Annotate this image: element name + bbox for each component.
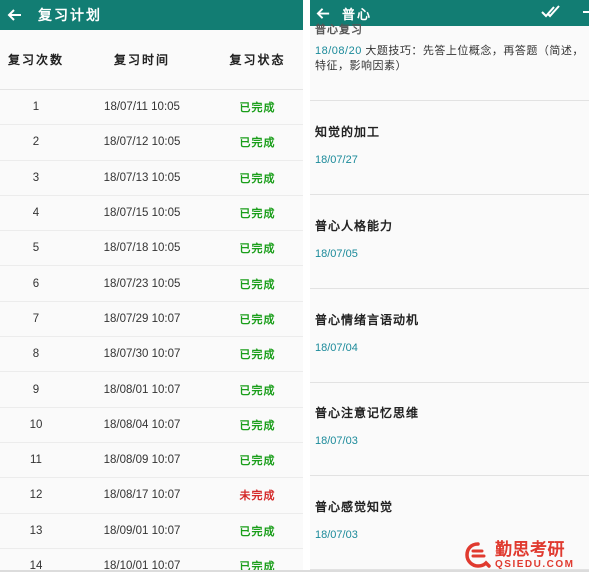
- note-item[interactable]: 普心人格能力 18/07/05: [310, 195, 589, 289]
- table-row: 12 18/08/17 10:07 未完成: [0, 478, 303, 514]
- table-header: 复习次数 复习时间 复习状态: [0, 30, 303, 90]
- review-table: 1 18/07/11 10:05 已完成 2 18/07/12 10:05 已完成 3 18/…: [0, 90, 303, 572]
- review-status: 已完成: [239, 525, 276, 538]
- review-time: 18/08/01 10:07: [103, 383, 181, 396]
- review-status: 已完成: [239, 172, 276, 185]
- review-plan-screen: 复习计划 复习次数 复习时间 复习状态 1 18/07/11 10:05 已完成 2 1…: [0, 0, 303, 572]
- back-arrow-icon: [316, 7, 329, 19]
- review-count: 3: [32, 171, 40, 184]
- double-check-icon: [541, 5, 560, 18]
- table-row: 13 18/09/01 10:07 已完成: [0, 514, 303, 549]
- review-count: 6: [32, 277, 40, 290]
- review-time: 18/09/01 10:07: [103, 524, 181, 537]
- table-row: 5 18/07/18 10:05 已完成: [0, 231, 303, 267]
- review-status: 已完成: [239, 419, 276, 432]
- note-item[interactable]: 普心情绪言语动机 18/07/04: [310, 289, 589, 383]
- review-time: 18/07/29 10:07: [103, 312, 181, 325]
- review-status: 已完成: [239, 243, 276, 256]
- more-icon: [583, 11, 589, 13]
- review-status: 已完成: [239, 278, 276, 291]
- table-row: 6 18/07/23 10:05 已完成: [0, 266, 303, 302]
- watermark-cn: 勤思考研: [495, 539, 565, 559]
- review-status: 已完成: [239, 137, 276, 150]
- review-status: 已完成: [239, 455, 276, 468]
- watermark-logo-icon: [465, 542, 491, 568]
- review-count: 4: [32, 207, 40, 220]
- review-count: 7: [32, 312, 40, 325]
- note-date: 18/07/27: [315, 154, 358, 166]
- note-title: 普心注意记忆思维: [315, 406, 420, 420]
- table-row: 10 18/08/04 10:07 已完成: [0, 408, 303, 443]
- review-time: 18/08/17 10:07: [103, 489, 181, 502]
- note-date: 18/07/03: [315, 435, 358, 447]
- review-time: 18/07/13 10:05: [103, 171, 181, 184]
- note-title: 普心人格能力: [315, 219, 394, 233]
- review-count: 2: [32, 136, 40, 149]
- note-item[interactable]: 普心复习 18/08/20 大题技巧：先答上位概念，再答题（简述，特征，影响因素…: [310, 24, 589, 101]
- note-title: 普心感觉知觉: [315, 500, 394, 514]
- review-time: 18/07/18 10:05: [103, 242, 181, 255]
- table-row: 2 18/07/12 10:05 已完成: [0, 125, 303, 161]
- note-title: 普心复习: [315, 24, 363, 36]
- column-header-time: 复习时间: [113, 53, 170, 67]
- column-header-status: 复习状态: [229, 53, 286, 67]
- notes-screen: 普心 普心复习 18/08/20 大题技巧：先答上位概念，再答题（简述，特征，影…: [310, 0, 589, 572]
- table-row: 11 18/08/09 10:07 已完成: [0, 443, 303, 479]
- table-row: 1 18/07/11 10:05 已完成: [0, 90, 303, 126]
- review-count: 9: [32, 383, 40, 396]
- review-time: 18/08/09 10:07: [103, 454, 181, 467]
- table-row: 9 18/08/01 10:07 已完成: [0, 372, 303, 408]
- note-date: 18/07/04: [315, 342, 358, 354]
- table-row: 3 18/07/13 10:05 已完成: [0, 161, 303, 196]
- review-count: 13: [29, 524, 43, 537]
- review-status: 已完成: [239, 349, 276, 362]
- review-count: 12: [29, 489, 43, 502]
- review-time: 18/07/12 10:05: [103, 136, 181, 149]
- note-title: 普心情绪言语动机: [315, 313, 420, 327]
- app-bar: 复习计划: [0, 0, 303, 30]
- note-item[interactable]: 普心注意记忆思维 18/07/03: [310, 382, 589, 476]
- watermark-en: QSIEDU.COM: [495, 558, 575, 570]
- note-date: 18/08/20: [315, 45, 362, 57]
- review-time: 18/08/04 10:07: [103, 418, 181, 431]
- table-row: 8 18/07/30 10:07 已完成: [0, 337, 303, 373]
- table-row: 4 18/07/15 10:05 已完成: [0, 196, 303, 232]
- review-time: 18/07/30 10:07: [103, 348, 181, 361]
- back-button[interactable]: [0, 0, 30, 30]
- review-status: 未完成: [239, 490, 276, 503]
- review-status: 已完成: [239, 208, 276, 221]
- review-status: 已完成: [239, 384, 276, 397]
- review-count: 8: [32, 348, 40, 361]
- note-body: 18/08/20 大题技巧：先答上位概念，再答题（简述，特征，影响因素）: [315, 44, 589, 74]
- review-count: 11: [30, 454, 42, 467]
- review-time: 18/07/11 10:05: [104, 101, 180, 114]
- watermark: 勤思考研 QSIEDU.COM: [464, 538, 589, 572]
- back-arrow-icon: [7, 9, 21, 21]
- notes-title: 普心: [342, 6, 373, 22]
- note-date: 18/07/05: [315, 248, 358, 260]
- note-title: 知觉的加工: [315, 125, 381, 139]
- page-title: 复习计划: [38, 7, 102, 23]
- table-row: 7 18/07/29 10:07 已完成: [0, 302, 303, 338]
- review-count: 1: [32, 101, 40, 114]
- review-count: 5: [32, 242, 40, 255]
- review-time: 18/07/23 10:05: [103, 277, 181, 290]
- note-item[interactable]: 知觉的加工 18/07/27: [310, 101, 589, 195]
- review-status: 已完成: [239, 313, 276, 326]
- column-header-count: 复习次数: [7, 53, 64, 67]
- review-count: 10: [29, 418, 43, 431]
- table-row: 14 18/10/01 10:07 已完成: [0, 549, 303, 572]
- review-time: 18/07/15 10:05: [103, 207, 181, 220]
- review-status: 已完成: [239, 102, 276, 115]
- panel-divider: [303, 0, 310, 572]
